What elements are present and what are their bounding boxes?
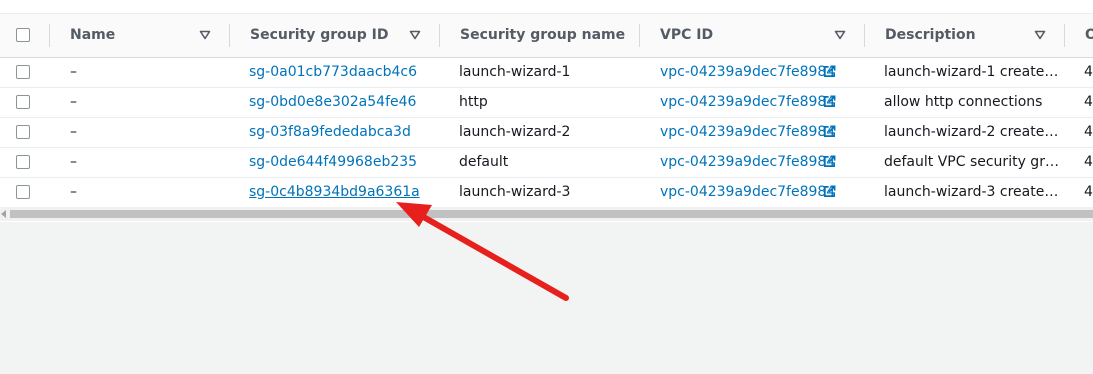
row-checkbox[interactable] <box>16 95 30 109</box>
column-header-sg-id[interactable]: Security group ID <box>250 14 388 57</box>
column-separator <box>439 24 440 47</box>
column-separator <box>1064 24 1065 47</box>
row-checkbox[interactable] <box>16 185 30 199</box>
row-checkbox[interactable] <box>16 65 30 79</box>
column-header-vpc-id[interactable]: VPC ID <box>660 14 713 57</box>
external-link-icon[interactable] <box>823 65 836 78</box>
cell-name: – <box>70 184 77 200</box>
column-header-sg-name[interactable]: Security group name <box>460 14 625 57</box>
cell-owner: 4 <box>1084 94 1093 110</box>
cell-description: launch-wizard-2 create… <box>884 124 1059 140</box>
cell-name: – <box>70 94 77 110</box>
sg-id-link[interactable]: sg-0c4b8934bd9a6361a <box>249 177 420 207</box>
sg-id-link[interactable]: sg-0de644f49968eb235 <box>249 147 417 177</box>
cell-sg-name: launch-wizard-2 <box>459 124 571 140</box>
cell-owner: 4 <box>1084 154 1093 170</box>
sg-id-link[interactable]: sg-0bd0e8e302a54fe46 <box>249 87 416 117</box>
sort-caret-icon[interactable] <box>199 29 211 41</box>
external-link-icon[interactable] <box>823 125 836 138</box>
cell-sg-name: launch-wizard-3 <box>459 184 571 200</box>
vpc-id-link[interactable]: vpc-04239a9dec7fe8984 <box>660 177 835 207</box>
table-row[interactable]: – sg-0de644f49968eb235 default vpc-04239… <box>0 147 1093 178</box>
sg-id-link[interactable]: sg-0a01cb773daacb4c6 <box>249 57 417 87</box>
cell-owner: 4 <box>1084 184 1093 200</box>
vpc-id-link[interactable]: vpc-04239a9dec7fe8984 <box>660 117 835 147</box>
cell-description: launch-wizard-3 create… <box>884 184 1059 200</box>
scrollbar-thumb[interactable] <box>10 210 1093 218</box>
table-row[interactable]: – sg-0a01cb773daacb4c6 launch-wizard-1 v… <box>0 57 1093 88</box>
cell-name: – <box>70 64 77 80</box>
cell-description: launch-wizard-1 create… <box>884 64 1059 80</box>
row-checkbox[interactable] <box>16 125 30 139</box>
cell-sg-name: http <box>459 94 488 110</box>
cell-name: – <box>70 124 77 140</box>
table-row[interactable]: – sg-03f8a9fededabca3d launch-wizard-2 v… <box>0 117 1093 148</box>
table-row[interactable]: – sg-0c4b8934bd9a6361a launch-wizard-3 v… <box>0 177 1093 208</box>
select-all-checkbox[interactable] <box>16 28 30 42</box>
sg-id-link[interactable]: sg-03f8a9fededabca3d <box>249 117 411 147</box>
table-row[interactable]: – sg-0bd0e8e302a54fe46 http vpc-04239a9d… <box>0 87 1093 118</box>
scroll-left-arrow-icon[interactable] <box>1 210 7 218</box>
column-separator <box>639 24 640 47</box>
external-link-icon[interactable] <box>823 155 836 168</box>
vpc-id-link[interactable]: vpc-04239a9dec7fe8984 <box>660 147 835 177</box>
cell-owner: 4 <box>1084 64 1093 80</box>
column-separator <box>864 24 865 47</box>
vpc-id-link[interactable]: vpc-04239a9dec7fe8984 <box>660 57 835 87</box>
security-groups-table: Name Security group ID Security group na… <box>0 0 1093 222</box>
cell-name: – <box>70 154 77 170</box>
sort-caret-icon[interactable] <box>834 29 846 41</box>
column-separator <box>229 24 230 47</box>
column-separator <box>49 24 50 47</box>
table-header-row: Name Security group ID Security group na… <box>0 14 1093 58</box>
sort-caret-icon[interactable] <box>409 29 421 41</box>
cell-sg-name: default <box>459 154 509 170</box>
external-link-icon[interactable] <box>823 95 836 108</box>
cell-sg-name: launch-wizard-1 <box>459 64 571 80</box>
column-header-name[interactable]: Name <box>70 14 115 57</box>
column-header-owner[interactable]: O <box>1085 14 1093 57</box>
vpc-id-link[interactable]: vpc-04239a9dec7fe8984 <box>660 87 835 117</box>
column-header-description[interactable]: Description <box>885 14 976 57</box>
row-checkbox[interactable] <box>16 155 30 169</box>
cell-description: allow http connections <box>884 94 1043 110</box>
cell-description: default VPC security gr… <box>884 154 1059 170</box>
cell-owner: 4 <box>1084 124 1093 140</box>
external-link-icon[interactable] <box>823 185 836 198</box>
sort-caret-icon[interactable] <box>1034 29 1046 41</box>
horizontal-scrollbar[interactable] <box>0 207 1093 221</box>
